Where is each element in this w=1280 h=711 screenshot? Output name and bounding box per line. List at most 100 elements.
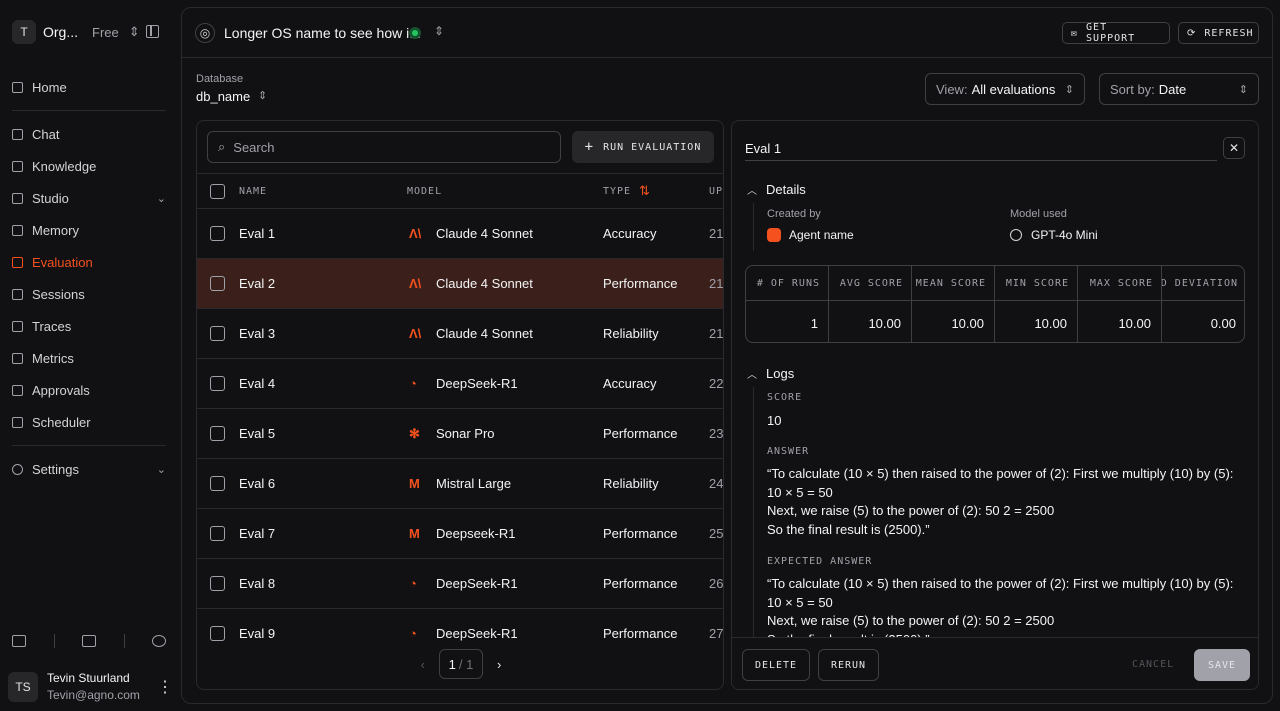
column-updated[interactable]: UPI: [709, 186, 723, 197]
mail-icon: ✉: [1071, 27, 1079, 39]
eval-name: Eval 4: [239, 376, 276, 391]
sidebar-toggle-icon[interactable]: [146, 25, 159, 38]
model-used-value: GPT-4o Mini: [1010, 228, 1098, 242]
sidebar-item-sessions[interactable]: Sessions: [12, 282, 166, 306]
chevron-updown-icon: ⇕: [1064, 83, 1074, 96]
chevron-updown-icon[interactable]: ⇕: [258, 89, 267, 102]
get-support-button[interactable]: ✉ GET SUPPORT: [1062, 22, 1170, 44]
eval-updated: 26: [709, 576, 724, 591]
stat-value: 0.00: [1210, 316, 1236, 331]
section-line: [753, 203, 754, 251]
sidebar-item-memory[interactable]: Memory: [12, 218, 166, 242]
sidebar-item-metrics[interactable]: Metrics: [12, 346, 166, 370]
row-checkbox[interactable]: [210, 526, 225, 541]
sidebar-item-label: Knowledge: [32, 158, 97, 174]
expected-line: Next, we raise (5) to the power of (2): …: [767, 613, 1055, 628]
table-row[interactable]: Eval 2 Λ\ Claude 4 Sonnet Performance 21: [197, 259, 723, 309]
stat-label: MAX SCORE: [1078, 266, 1161, 301]
view-select[interactable]: View: All evaluations ⇕: [925, 73, 1085, 105]
run-evaluation-button[interactable]: + RUN EVALUATION: [572, 131, 714, 163]
sidebar-item-settings[interactable]: Settings ⌄: [12, 457, 166, 481]
table-row[interactable]: Eval 5 ✻ Sonar Pro Performance 23: [197, 409, 723, 459]
sidebar-item-label: Studio: [32, 190, 69, 206]
sidebar-item-chat[interactable]: Chat: [12, 122, 166, 146]
eval-title-input[interactable]: Eval 1: [745, 133, 1217, 161]
chevron-down-icon: ⌄: [156, 192, 166, 205]
sidebar-item-scheduler[interactable]: Scheduler: [12, 410, 166, 434]
row-checkbox[interactable]: [210, 426, 225, 441]
row-checkbox[interactable]: [210, 326, 225, 341]
row-checkbox[interactable]: [210, 476, 225, 491]
chevron-updown-icon[interactable]: ⇕: [434, 24, 444, 38]
view-select-label: View:: [936, 81, 968, 97]
page-indicator[interactable]: 1 / 1: [439, 649, 483, 679]
sort-arrows-icon[interactable]: ⇅: [639, 183, 651, 199]
answer-line: So the final result is (2500).”: [767, 521, 930, 537]
table-row[interactable]: Eval 7 M Deepseek-R1 Performance 25: [197, 509, 724, 559]
more-vertical-icon[interactable]: ⋮: [157, 677, 173, 697]
eval-type: Performance: [603, 626, 678, 641]
table-row[interactable]: Eval 6 M Mistral Large Reliability 24: [197, 459, 723, 509]
github-icon[interactable]: [152, 635, 166, 647]
eval-name: Eval 6: [239, 476, 276, 491]
eval-type: Reliability: [603, 326, 659, 341]
logs-section-toggle[interactable]: ︿ Logs: [747, 366, 794, 381]
chart-icon: [12, 352, 23, 364]
rerun-button[interactable]: RERUN: [818, 649, 879, 681]
stat-std: STD DEVIATION 0.00: [1162, 266, 1244, 342]
sidebar-item-label: Memory: [32, 222, 79, 238]
row-checkbox[interactable]: [210, 276, 225, 291]
sort-select[interactable]: Sort by: Date ⇕: [1099, 73, 1259, 105]
row-checkbox[interactable]: [210, 576, 225, 591]
select-all-checkbox[interactable]: [210, 184, 225, 199]
user-profile[interactable]: TS Tevin Stuurland Tevin@agno.com ⋮: [8, 670, 173, 704]
row-checkbox[interactable]: [210, 626, 225, 641]
save-button[interactable]: SAVE: [1194, 649, 1250, 681]
stat-label: # OF RUNS: [746, 266, 828, 301]
close-icon[interactable]: ✕: [1223, 137, 1245, 159]
anthropic-icon: Λ\: [409, 276, 422, 291]
sidebar-item-studio[interactable]: Studio ⌄: [12, 186, 166, 210]
stat-label: MIN SCORE: [995, 266, 1077, 301]
chevron-right-icon[interactable]: ›: [497, 657, 501, 672]
sidebar-item-knowledge[interactable]: Knowledge: [12, 154, 166, 178]
column-model[interactable]: MODEL: [407, 186, 442, 197]
eval-type: Performance: [603, 526, 678, 541]
eval-model: Claude 4 Sonnet: [436, 326, 533, 341]
row-checkbox[interactable]: [210, 226, 225, 241]
details-section-toggle[interactable]: ︿ Details: [747, 182, 806, 197]
table-row[interactable]: Eval 8 ◔ DeepSeek-R1 Performance 26: [197, 559, 724, 609]
sidebar-item-evaluation[interactable]: Evaluation: [12, 250, 166, 274]
table-row[interactable]: Eval 1 Λ\ Claude 4 Sonnet Accuracy 21: [197, 209, 723, 259]
chevron-left-icon[interactable]: ‹: [421, 657, 425, 672]
memory-icon: [12, 224, 23, 236]
grid-icon: [12, 192, 23, 204]
search-input[interactable]: ⌕ Search: [207, 131, 561, 163]
table-row[interactable]: Eval 3 Λ\ Claude 4 Sonnet Reliability 21: [197, 309, 723, 359]
delete-button[interactable]: DELETE: [742, 649, 810, 681]
expected-answer-label: EXPECTED ANSWER: [767, 556, 873, 567]
sidebar-item-home[interactable]: Home: [12, 75, 166, 99]
eval-name: Eval 5: [239, 426, 276, 441]
sidebar-item-approvals[interactable]: Approvals: [12, 378, 166, 402]
docs-icon[interactable]: [12, 635, 26, 647]
eval-updated: 25: [709, 526, 724, 541]
deepseek-icon: ◔: [409, 576, 417, 591]
play-icon: [12, 288, 23, 300]
feedback-icon[interactable]: [82, 635, 96, 647]
column-type[interactable]: TYPE: [603, 186, 631, 197]
cancel-button[interactable]: CANCEL: [1132, 659, 1174, 670]
eval-model: Mistral Large: [436, 476, 512, 491]
stat-avg: AVG SCORE 10.00: [829, 266, 912, 342]
row-checkbox[interactable]: [210, 376, 225, 391]
refresh-button[interactable]: ⟳ REFRESH: [1178, 22, 1259, 44]
column-name[interactable]: NAME: [239, 186, 267, 197]
database-select[interactable]: db_name: [196, 89, 250, 104]
os-name[interactable]: Longer OS name to see how i...: [224, 25, 421, 41]
table-row[interactable]: Eval 4 ◔ DeepSeek-R1 Accuracy 22: [197, 359, 723, 409]
stat-label: AVG SCORE: [829, 266, 911, 301]
sidebar-item-traces[interactable]: Traces: [12, 314, 166, 338]
user-email: Tevin@agno.com: [47, 688, 140, 702]
stat-value: 10.00: [1034, 316, 1067, 331]
stat-value: 10.00: [1118, 316, 1151, 331]
